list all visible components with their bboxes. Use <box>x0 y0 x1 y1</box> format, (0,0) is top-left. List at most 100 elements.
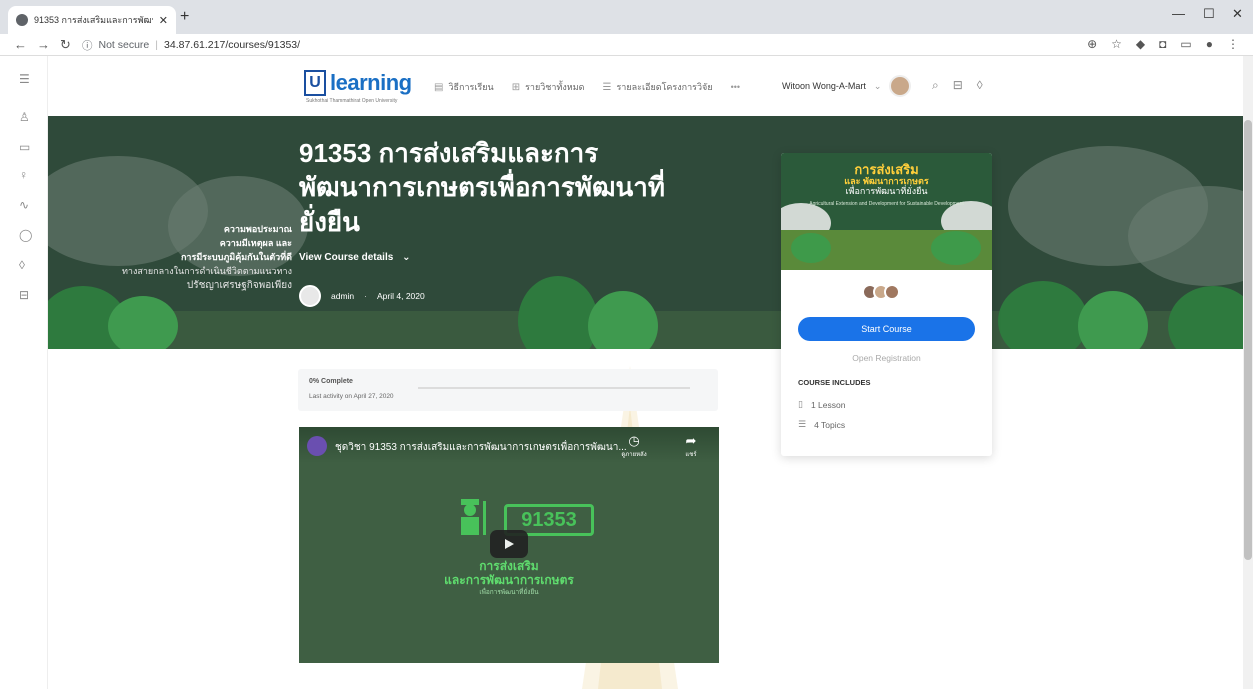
extension-icon[interactable]: ◆ <box>1136 37 1145 51</box>
site-logo[interactable]: U learning <box>304 70 412 96</box>
farmer-icon <box>461 499 486 535</box>
bookmark-star-icon[interactable]: ☆ <box>1111 37 1122 51</box>
camera-icon[interactable]: ◘ <box>1159 37 1166 51</box>
topics-icon: ☰ <box>798 419 807 429</box>
address-bar: ← → ↻ ⓘ Not secure | 34.87.61.217/course… <box>0 34 1253 56</box>
play-icon <box>505 539 514 549</box>
hero-bush <box>1168 286 1243 349</box>
tab-title: 91353 การส่งเสริมและการพัฒนาการ <box>34 15 153 25</box>
browser-tab[interactable]: 91353 การส่งเสริมและการพัฒนาการ ✕ <box>8 6 176 34</box>
hero-line: ความพอประมาณ <box>223 224 292 234</box>
share-icon: ➦ <box>685 433 697 448</box>
cover-bush <box>931 231 981 265</box>
notifications-icon[interactable]: ◊ <box>19 258 25 272</box>
watch-later-button[interactable]: ◷ ดูภายหลัง <box>616 433 652 459</box>
course-author: admin · April 4, 2020 <box>299 285 425 307</box>
play-button[interactable] <box>490 530 528 558</box>
hero-bush <box>108 296 178 349</box>
view-course-details-toggle[interactable]: View Course details ⌄ <box>299 252 410 263</box>
browser-toolbar-icons: ⊕ ☆ ◆ ◘ ▭ ● ⋮ <box>1087 37 1239 51</box>
hero-line: ทางสายกลางในการดำเนินชีวิตตามแนวทาง <box>121 266 292 276</box>
cover-title-line: เพื่อการพัฒนาที่ยั่งยืน <box>845 186 928 197</box>
progress-bar <box>418 387 690 389</box>
document-icon: ▤ <box>434 81 444 93</box>
zoom-icon[interactable]: ⊕ <box>1087 37 1097 51</box>
author-name[interactable]: admin <box>331 291 354 301</box>
nav-item-all-courses[interactable]: ⊞ รายวิชาทั้งหมด <box>512 80 585 94</box>
site-header: U learning Sukhothai Thammathirat Open U… <box>48 56 1243 116</box>
last-activity: Last activity on April 27, 2020 <box>309 393 394 400</box>
page-scrollbar[interactable] <box>1243 56 1253 689</box>
list-icon: ☰ <box>602 81 612 93</box>
user-menu[interactable]: Witoon Wong-A-Mart ⌄ <box>782 75 912 97</box>
search-icon[interactable]: ⌕ <box>932 78 939 93</box>
menu-dots-icon[interactable]: ⋮ <box>1227 37 1239 51</box>
watch-later-label: ดูภายหลัง <box>621 452 647 458</box>
minimize-icon[interactable]: — <box>1172 6 1185 21</box>
messages-icon[interactable]: ◯ <box>19 228 32 242</box>
url-security-label: Not secure <box>98 39 150 51</box>
forward-icon[interactable]: → <box>37 37 50 52</box>
course-hero: ความพอประมาณ ความมีเหตุผล และ การมีระบบภ… <box>48 116 1243 349</box>
left-sidebar: ☰ ♙ ▭ ♀ ∿ ◯ ◊ ⊟ <box>0 56 48 689</box>
share-label: แชร์ <box>685 452 697 458</box>
include-label: 1 Lesson <box>810 399 846 410</box>
cast-icon[interactable]: ▭ <box>1180 37 1191 51</box>
nav-item-how-to-study[interactable]: ▤ วิธีการเรียน <box>434 80 494 94</box>
course-includes-heading: COURSE INCLUDES <box>798 378 871 387</box>
header-icons: ⌕ ⊟ ◊ <box>932 78 983 93</box>
maximize-icon[interactable]: ☐ <box>1203 6 1215 22</box>
more-menu-icon[interactable]: ••• <box>731 82 740 92</box>
bell-icon[interactable]: ◊ <box>977 78 983 93</box>
nav-label: รายละเอียดโครงการวิจัย <box>616 82 713 92</box>
course-progress: 0% Complete Last activity on April 27, 2… <box>298 369 718 411</box>
separator-dot: · <box>364 291 367 301</box>
close-tab-icon[interactable]: ✕ <box>159 14 168 27</box>
cover-title: การส่งเสริม และ พัฒนาการเกษตร เพื่อการพั… <box>781 162 992 197</box>
video-title[interactable]: ชุดวิชา 91353 การส่งเสริมและการพัฒนาการเ… <box>335 440 635 455</box>
menu-toggle-icon[interactable]: ☰ <box>19 72 30 86</box>
url-separator: | <box>155 39 159 51</box>
chevron-down-icon: ⌄ <box>873 80 882 91</box>
course-video[interactable]: ชุดวิชา 91353 การส่งเสริมและการพัฒนาการเ… <box>299 427 719 663</box>
profile-icon[interactable]: ● <box>1206 37 1213 51</box>
author-avatar[interactable] <box>299 285 321 307</box>
main-nav: ▤ วิธีการเรียน ⊞ รายวิชาทั้งหมด ☰ รายละเ… <box>434 80 740 94</box>
start-course-button[interactable]: Start Course <box>798 317 975 341</box>
groups-icon[interactable]: ♙ <box>19 110 30 124</box>
hero-bush <box>518 276 598 349</box>
hero-line: ความมีเหตุผล และ <box>219 238 292 248</box>
profile-icon[interactable]: ♀ <box>19 168 28 182</box>
scrollbar-thumb[interactable] <box>1244 120 1252 560</box>
new-tab-button[interactable]: + <box>180 8 189 26</box>
grid-icon: ⊞ <box>511 81 521 93</box>
back-icon[interactable]: ← <box>14 37 27 52</box>
inbox-icon[interactable]: ⊟ <box>19 288 29 302</box>
video-caption-line: เพื่อการพัฒนาที่ยั่งยืน <box>479 589 539 596</box>
info-icon: ⓘ <box>82 39 93 52</box>
enrolled-avatars <box>862 284 900 300</box>
globe-icon <box>16 14 28 26</box>
course-card: การส่งเสริม และ พัฒนาการเกษตร เพื่อการพั… <box>781 153 992 456</box>
hero-line: การมีระบบภูมิคุ้มกันในตัวที่ดี <box>180 252 292 262</box>
progress-label: 0% Complete <box>309 378 353 385</box>
reload-icon[interactable]: ↻ <box>60 37 71 53</box>
include-item-topics: ☰ 4 Topics <box>798 419 845 430</box>
view-details-label: View Course details <box>299 252 394 263</box>
close-window-icon[interactable]: ✕ <box>1232 6 1243 22</box>
channel-avatar[interactable] <box>307 436 327 456</box>
courses-icon[interactable]: ▭ <box>19 140 30 154</box>
clock-icon: ◷ <box>628 433 640 448</box>
share-button[interactable]: ➦ แชร์ <box>677 433 705 459</box>
inbox-icon[interactable]: ⊟ <box>953 78 963 93</box>
activity-icon[interactable]: ∿ <box>19 198 29 212</box>
url-field[interactable]: ⓘ Not secure | 34.87.61.217/courses/9135… <box>82 36 1082 54</box>
nav-label: วิธีการเรียน <box>448 82 494 92</box>
nav-item-research-details[interactable]: ☰ รายละเอียดโครงการวิจัย <box>603 80 713 94</box>
logo-mark: U <box>304 70 326 96</box>
chevron-down-icon: ⌄ <box>402 252 411 263</box>
hero-line: ปรัชญาเศรษฐกิจพอเพียง <box>186 280 292 291</box>
cover-title-line: การส่งเสริม <box>854 162 919 177</box>
logo-subtitle: Sukhothai Thammathirat Open University <box>306 98 398 104</box>
course-title: 91353 การส่งเสริมและการพัฒนาการเกษตรเพื่… <box>299 138 666 237</box>
